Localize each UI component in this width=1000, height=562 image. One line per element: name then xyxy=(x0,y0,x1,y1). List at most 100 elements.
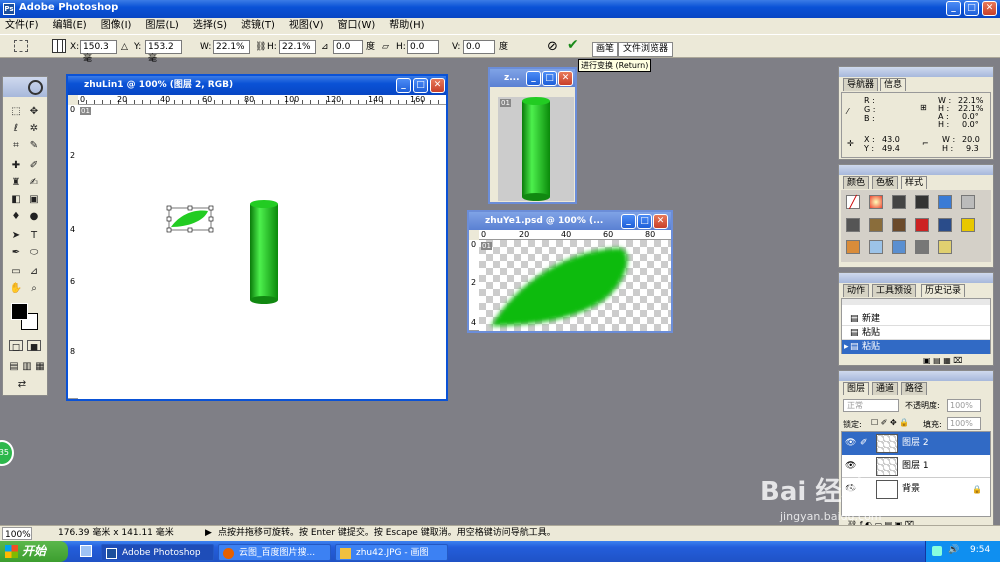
menu-select[interactable]: 选择(S) xyxy=(193,20,227,31)
doc3-close-button[interactable]: ✕ xyxy=(653,214,668,229)
show-desktop-icon[interactable] xyxy=(80,545,92,557)
cancel-transform-icon[interactable]: ⊘ xyxy=(547,40,558,53)
tab-navigator[interactable]: 导航器 xyxy=(843,78,879,91)
tray-icon[interactable] xyxy=(932,546,942,556)
style-swatch[interactable] xyxy=(846,240,860,254)
zoom-tool-icon[interactable]: ⌕ xyxy=(27,282,41,296)
menu-file[interactable]: 文件(F) xyxy=(5,20,39,31)
foreground-color[interactable] xyxy=(11,303,28,320)
move-tool-icon[interactable]: ✥ xyxy=(27,105,41,119)
style-swatch[interactable] xyxy=(961,218,975,232)
menu-edit[interactable]: 编辑(E) xyxy=(53,20,87,31)
doc2-maximize-button[interactable]: □ xyxy=(542,71,557,86)
doc3-canvas[interactable]: 01 xyxy=(479,240,671,331)
eraser-tool-icon[interactable]: ◧ xyxy=(9,193,23,207)
quickmask-mode-icon[interactable]: ◼ xyxy=(27,340,41,353)
volume-icon[interactable]: 🔊 xyxy=(948,545,959,555)
menu-filter[interactable]: 滤镜(T) xyxy=(241,20,275,31)
style-swatch[interactable] xyxy=(938,195,952,209)
fill-field[interactable]: 100% xyxy=(947,417,981,430)
floating-badge[interactable]: 35 xyxy=(0,440,14,466)
tab-channels[interactable]: 通道 xyxy=(872,382,899,395)
style-swatch[interactable]: ╱ xyxy=(846,195,860,209)
doc3-minimize-button[interactable]: _ xyxy=(621,214,636,229)
notes-tool-icon[interactable]: ▭ xyxy=(9,265,23,279)
style-swatch[interactable] xyxy=(846,218,860,232)
dodge-tool-icon[interactable]: ● xyxy=(27,210,41,224)
taskbar-item-photoshop[interactable]: Adobe Photoshop xyxy=(101,544,214,561)
style-swatch[interactable] xyxy=(869,218,883,232)
brush-tool-icon[interactable]: ✐ xyxy=(27,159,41,173)
y-field[interactable]: 153.2 毫 xyxy=(145,40,182,64)
doc1-close-button[interactable]: ✕ xyxy=(430,78,445,93)
eye-icon[interactable]: 👁 xyxy=(845,455,856,478)
screen-mode-icon[interactable]: ▤ xyxy=(7,360,21,374)
imageready-icon[interactable]: ⇄ xyxy=(15,378,29,392)
tab-styles[interactable]: 样式 xyxy=(901,176,928,189)
menu-layer[interactable]: 图层(L) xyxy=(145,20,178,31)
path-select-icon[interactable]: ➤ xyxy=(9,229,23,243)
close-button[interactable]: ✕ xyxy=(982,1,997,16)
style-swatch[interactable] xyxy=(915,240,929,254)
tab-color[interactable]: 颜色 xyxy=(843,176,870,189)
vskew-field[interactable]: 0.0 xyxy=(463,40,495,54)
hskew-field[interactable]: 0.0 xyxy=(407,40,439,54)
h-field[interactable]: 22.1% xyxy=(279,40,316,54)
tab-tool-presets[interactable]: 工具预设 xyxy=(872,284,917,297)
tab-file-browser[interactable]: 文件浏览器 xyxy=(618,42,674,57)
style-swatch[interactable] xyxy=(938,218,952,232)
style-swatch[interactable] xyxy=(961,195,975,209)
doc1-titlebar[interactable]: zhuLin1 @ 100% (图层 2, RGB) _ □ ✕ xyxy=(68,76,446,95)
angle-field[interactable]: 0.0 xyxy=(333,40,363,54)
doc1-maximize-button[interactable]: □ xyxy=(413,78,428,93)
tab-layers[interactable]: 图层 xyxy=(843,382,870,395)
hand-tool-icon[interactable]: ✋ xyxy=(9,282,23,296)
magic-wand-icon[interactable]: ✲ xyxy=(27,122,41,136)
menu-image[interactable]: 图像(I) xyxy=(101,20,132,31)
list-item[interactable]: ▤ 粘贴 xyxy=(842,326,990,340)
tab-swatches[interactable]: 色板 xyxy=(872,176,899,189)
tab-paths[interactable]: 路径 xyxy=(901,382,928,395)
blend-mode-select[interactable]: 正常 xyxy=(843,399,899,412)
stamp-tool-icon[interactable]: ♜ xyxy=(9,176,23,190)
menu-view[interactable]: 视图(V) xyxy=(289,20,324,31)
history-brush-icon[interactable]: ✍ xyxy=(27,176,41,190)
doc2-canvas[interactable]: 01 xyxy=(498,97,574,201)
screen-mode3-icon[interactable]: ▦ xyxy=(33,360,47,374)
list-item[interactable]: ▤ 新建 xyxy=(842,312,990,326)
style-swatch[interactable] xyxy=(915,195,929,209)
w-field[interactable]: 22.1% xyxy=(213,40,250,54)
style-swatch[interactable] xyxy=(892,218,906,232)
link-icon[interactable]: ⛓ xyxy=(255,41,266,53)
eye-icon[interactable]: 👁 xyxy=(845,432,856,455)
menu-window[interactable]: 窗口(W) xyxy=(338,20,376,31)
history-footer-icons[interactable]: ▣ ▤ ▦ ⌧ xyxy=(923,356,963,365)
lasso-tool-icon[interactable]: ℓ xyxy=(9,122,23,136)
lock-icons[interactable]: ☐ ✐ ✥ 🔒 xyxy=(871,418,909,427)
healing-tool-icon[interactable]: ✚ xyxy=(9,159,23,173)
tab-info[interactable]: 信息 xyxy=(880,78,907,91)
minimize-button[interactable]: _ xyxy=(946,1,961,16)
maximize-button[interactable]: □ xyxy=(964,1,979,16)
gradient-tool-icon[interactable]: ▣ xyxy=(27,193,41,207)
reference-point-icon[interactable] xyxy=(52,39,66,53)
doc2-close-button[interactable]: ✕ xyxy=(558,71,573,86)
marquee-tool-icon[interactable]: ⬚ xyxy=(9,105,23,119)
style-swatch[interactable] xyxy=(869,195,883,209)
layer-row[interactable]: 👁 图层 1 xyxy=(842,455,990,478)
tab-actions[interactable]: 动作 xyxy=(843,284,870,297)
screen-mode2-icon[interactable]: ▥ xyxy=(20,360,34,374)
transform-tool-icon[interactable] xyxy=(14,40,28,52)
slice-tool-icon[interactable]: ✎ xyxy=(27,139,41,153)
eyedropper-icon[interactable]: ⊿ xyxy=(27,265,41,279)
taskbar-item-browser[interactable]: 云图_百度图片搜... xyxy=(218,544,331,561)
crop-tool-icon[interactable]: ⌗ xyxy=(9,139,23,153)
layer-row[interactable]: 👁 ✐ 图层 2 xyxy=(842,432,990,455)
leaf-transform-selection[interactable] xyxy=(166,205,214,233)
doc3-maximize-button[interactable]: □ xyxy=(637,214,652,229)
start-button[interactable]: 开始 xyxy=(0,541,68,562)
type-tool-icon[interactable]: T xyxy=(27,229,41,243)
doc2-titlebar[interactable]: z... _ □ ✕ xyxy=(490,69,575,87)
blur-tool-icon[interactable]: ♦ xyxy=(9,210,23,224)
doc3-titlebar[interactable]: zhuYe1.psd @ 100% (... _ □ ✕ xyxy=(469,212,671,230)
